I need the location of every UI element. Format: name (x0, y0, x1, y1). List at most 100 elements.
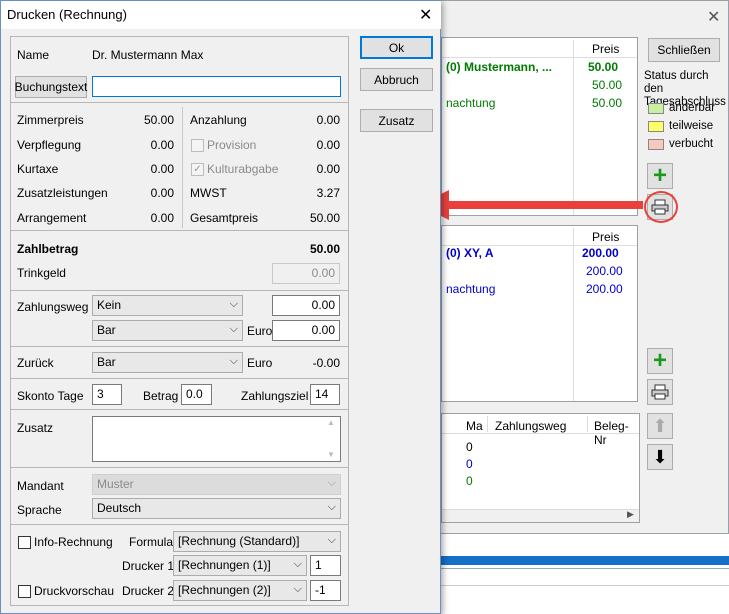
legend-item: teilweise (648, 120, 715, 132)
close-icon[interactable]: ✕ (707, 7, 720, 27)
zusatzleistungen-label: Zusatzleistungen (17, 186, 108, 200)
sprache-label: Sprache (17, 503, 62, 517)
drucker2-select[interactable]: [Rechnungen (2)] ⌵ (173, 580, 307, 601)
zahlungsweg1-select[interactable]: Kein ⌵ (92, 295, 243, 316)
buchungstext-button[interactable]: Buchungstext (15, 76, 87, 98)
zurueck-value: Bar (97, 355, 116, 369)
drucker1-select[interactable]: [Rechnungen (1)] ⌵ (173, 555, 307, 576)
zahlungsweg2-select[interactable]: Bar ⌵ (92, 320, 243, 341)
close-icon[interactable]: ✕ (419, 5, 432, 25)
legend-label: änderbar (669, 102, 716, 114)
zahlbetrag-group: Zahlbetrag 50.00 Trinkgeld 0.00 (10, 230, 349, 291)
background-blue-strip (440, 556, 729, 565)
verpflegung-value: 0.00 (150, 138, 174, 152)
chevron-down-icon: ⌵ (229, 323, 238, 335)
cell-value: 0 (466, 440, 473, 454)
zahlungsziel-input[interactable]: 14 (310, 384, 340, 405)
booking-panel-middle: Preis (0) XY, A 200.00 200.00 nachtung 2… (441, 225, 638, 402)
kulturabgabe-label: Kulturabgabe (207, 162, 279, 176)
divider (440, 585, 729, 586)
legend-swatch (648, 120, 664, 132)
highlight-circle (644, 191, 678, 223)
zurueck-select[interactable]: Bar ⌵ (92, 352, 243, 373)
arrow-down-icon: ⬇ (652, 446, 668, 467)
chevron-down-icon: ⌵ (293, 583, 302, 595)
zurueck-group: Zurück Bar ⌵ Euro -0.00 (10, 346, 349, 379)
scroll-right-icon[interactable]: ▶ (627, 509, 634, 520)
chevron-down-icon: ⌵ (229, 355, 238, 367)
zahlbetrag-value: 50.00 (309, 242, 340, 256)
move-down-button[interactable]: ⬇ (647, 444, 673, 470)
print-dialog: Drucken (Rechnung) ✕ Ok Abbruch Zusatz N… (0, 0, 441, 614)
move-up-button[interactable]: ⬆ (647, 413, 673, 439)
arrow-up-icon: ⬆ (652, 415, 668, 436)
legend-swatch (648, 138, 664, 150)
column-header[interactable]: Beleg-Nr (594, 419, 639, 447)
chevron-down-icon: ⌵ (229, 298, 238, 310)
zahlungsweg1-value: Kein (97, 298, 122, 312)
skonto-group: Skonto Tage 3 Betrag 0.0 Zahlungsziel 14 (10, 378, 349, 410)
print-button[interactable] (647, 379, 673, 405)
kulturabgabe-checkbox[interactable]: ✓ (191, 163, 204, 176)
zusatzleistungen-value: 0.00 (150, 186, 174, 200)
guest-name[interactable]: (0) XY, A (446, 246, 494, 260)
zimmerpreis-label: Zimmerpreis (17, 113, 84, 127)
skonto-input[interactable]: 3 (92, 384, 122, 405)
drucker1-copies-input[interactable]: 1 (310, 555, 341, 576)
zusatz-textarea[interactable] (92, 416, 341, 462)
price-header: Preis (592, 42, 620, 56)
name-group: Name Dr. Mustermann Max Buchungstext (10, 36, 349, 103)
add-button[interactable]: + (647, 163, 673, 189)
kurtaxe-label: Kurtaxe (17, 162, 59, 176)
betrag-input[interactable]: 0.0 (181, 384, 212, 405)
zusatz-button[interactable]: Zusatz (360, 109, 433, 132)
legend-label: verbucht (669, 138, 714, 150)
mandant-value: Muster (97, 477, 134, 491)
betrag-label: Betrag (143, 389, 179, 403)
gesamtpreis-label: Gesamtpreis (190, 211, 259, 225)
column-header[interactable]: Ma (466, 419, 483, 433)
chevron-down-icon: ⌵ (293, 558, 302, 570)
mandant-select[interactable]: Muster ⌵ (92, 474, 341, 495)
column-header[interactable]: Zahlungsweg (495, 419, 566, 433)
zahlungsweg2-amount-input[interactable]: 0.00 (272, 320, 340, 341)
scroll-up-icon[interactable]: ▲ (327, 418, 335, 427)
horizontal-scrollbar[interactable]: ▶ (442, 509, 639, 522)
scroll-down-icon[interactable]: ▼ (327, 450, 335, 459)
druckvorschau-checkbox[interactable] (18, 585, 31, 598)
zahlungsweg2-value: Bar (97, 323, 116, 337)
chevron-down-icon: ⌵ (327, 501, 336, 513)
mwst-value: 3.27 (316, 186, 340, 200)
schliessen-button[interactable]: Schließen (648, 38, 720, 62)
legend-item: verbucht (648, 138, 715, 150)
dialog-title: Drucken (Rechnung) (7, 7, 127, 22)
zurueck-label: Zurück (17, 356, 54, 370)
zurueck-amount: -0.00 (312, 356, 340, 370)
sprache-select[interactable]: Deutsch ⌵ (92, 498, 341, 519)
legend-item: änderbar (648, 102, 715, 114)
zahlungsweg1-amount-input[interactable]: 0.00 (272, 295, 340, 316)
cell-value: 0 (466, 474, 473, 488)
mandant-group: Mandant Muster ⌵ Sprache Deutsch ⌵ (10, 467, 349, 525)
euro-label: Euro (247, 324, 273, 338)
provision-checkbox[interactable] (191, 139, 204, 152)
zahlungsweg-label: Zahlungsweg (17, 300, 89, 314)
chevron-down-icon: ⌵ (327, 477, 336, 489)
annotation-arrow (419, 190, 643, 220)
info-rechnung-label: Info-Rechnung (34, 535, 113, 549)
info-rechnung-checkbox[interactable] (18, 536, 31, 549)
ok-button[interactable]: Ok (360, 36, 433, 59)
abbruch-button[interactable]: Abbruch (360, 68, 433, 91)
guest-name[interactable]: (0) Mustermann, ... (446, 60, 552, 74)
drucker1-label: Drucker 1 (122, 559, 175, 573)
drucker2-copies-input[interactable]: -1 (310, 580, 341, 601)
price-value: 50.00 (588, 60, 619, 74)
formular-label: Formular (129, 535, 178, 549)
formular-select[interactable]: [Rechnung (Standard)] ⌵ (173, 531, 341, 552)
divider (440, 568, 729, 569)
provision-value: 0.00 (316, 138, 340, 152)
mwst-label: MWST (190, 186, 227, 200)
buchungstext-input[interactable] (92, 76, 341, 97)
add-button[interactable]: + (647, 348, 673, 374)
trinkgeld-input[interactable]: 0.00 (272, 263, 340, 284)
